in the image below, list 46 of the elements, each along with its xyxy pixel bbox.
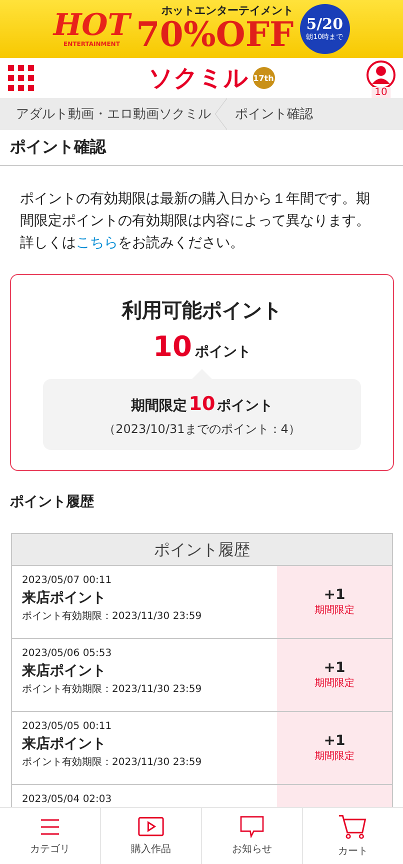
limited-tag: 期間限定 [314,749,354,763]
points-change: +1 [324,587,346,603]
menu-icon[interactable] [8,65,34,91]
breadcrumb-current: ポイント確認 [235,106,313,123]
limited-points-note: （2023/10/31までのポイント：4） [104,421,300,438]
limited-points-unit: ポイント [217,397,274,415]
history-expiry: ポイント有効期限：2023/11/30 23:59 [22,610,203,623]
breadcrumb-link[interactable]: アダルト動画・エロ動画ソクミル [16,105,211,123]
history-name: 来店ポイント [22,589,107,608]
limited-points-value: 10 [188,393,216,415]
banner-brand: HOT [53,10,130,40]
points-change: +1 [324,733,346,749]
history-expiry: ポイント有効期限：2023/11/30 23:59 [22,756,203,769]
points-value: 10 [153,330,192,363]
card-title: 利用可能ポイント [122,297,282,324]
account-button[interactable]: 10 [365,60,397,96]
limited-label: 期間限定 [130,397,187,415]
table-header: ポイント履歴 [12,534,392,566]
details-link[interactable]: こちら [76,235,118,251]
history-date: 2023/05/07 00:11 [22,574,113,587]
nav-tab[interactable]: お知らせ [201,808,302,864]
history-date: 2023/05/06 05:53 [22,647,113,660]
points-unit: ポイント [194,343,251,361]
limited-tag: 期間限定 [314,603,354,617]
nav-tab[interactable]: カート [302,808,403,864]
play-icon [138,816,164,838]
nav-tab[interactable]: カテゴリ [0,808,100,864]
banner-headline: 70%OFF [136,17,294,53]
cart-icon [338,814,368,840]
seal-date: 5/20 [306,16,344,32]
site-logo[interactable]: ソクミル [148,64,248,92]
points-change: +1 [324,660,346,676]
history-date: 2023/05/04 02:03 [22,793,113,806]
anniversary-badge: 17th [252,67,274,89]
speech-bubble-icon [239,816,265,838]
page-title: ポイント確認 [0,130,403,166]
history-expiry: ポイント有効期限：2023/11/30 23:59 [22,683,203,696]
history-name: 来店ポイント [22,662,107,681]
notice-text: ポイントの有効期限は最新の購入日から１年間です。期間限定ポイントの有効期限は内容によって異なります。詳しくはこちら をお読みください。 [20,190,371,253]
history-name: 来店ポイント [22,735,107,754]
nav-tab[interactable]: 購入作品 [100,808,201,864]
banner-kicker: ホットエンターテイメント [162,5,294,17]
section-title: ポイント履歴 [9,493,95,511]
points-badge: 10 [372,87,390,98]
history-date: 2023/05/05 00:11 [22,720,113,733]
limited-tag: 期間限定 [314,676,354,690]
